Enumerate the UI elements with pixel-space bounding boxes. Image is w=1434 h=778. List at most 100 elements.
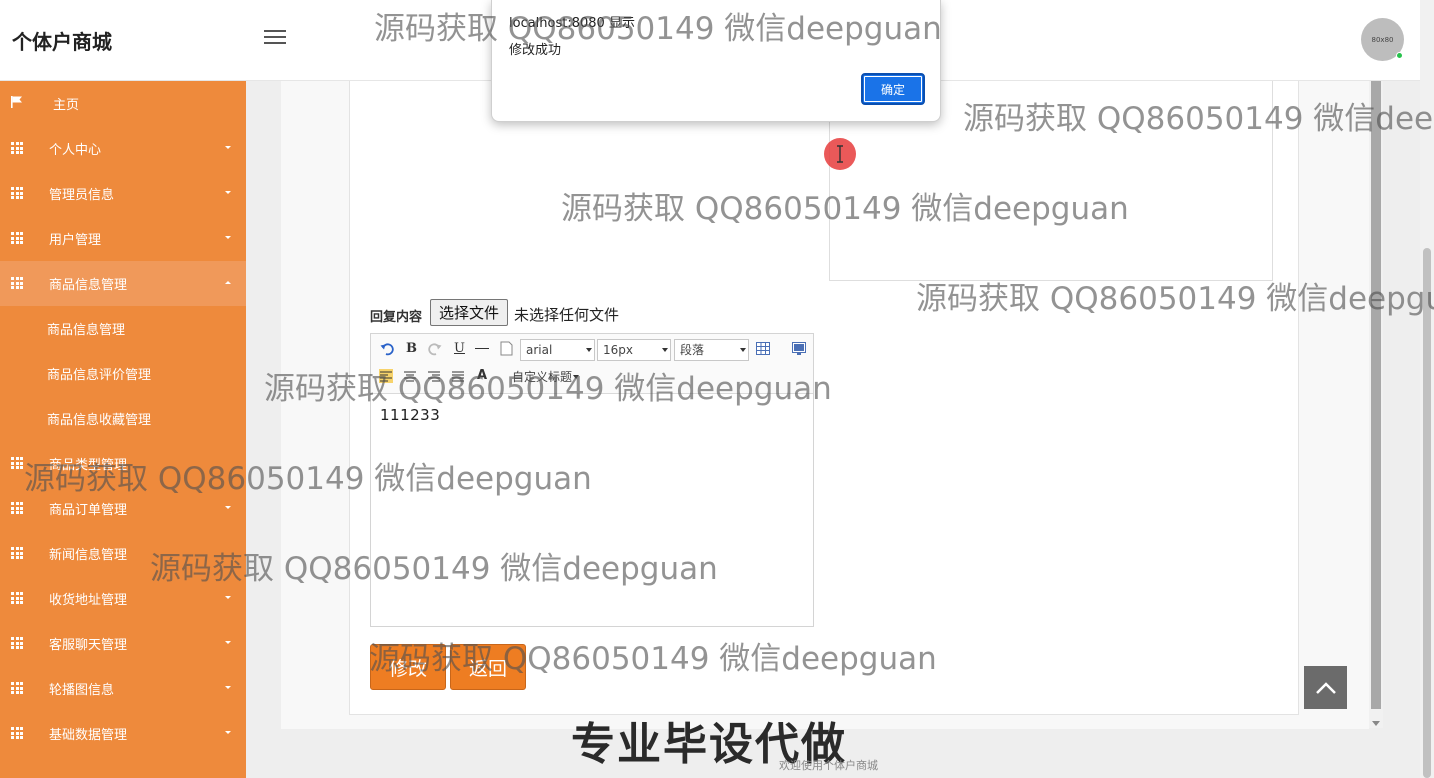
redo-icon[interactable] xyxy=(428,342,442,356)
brand-title: 个体户商城 xyxy=(12,30,112,54)
chevron-down-icon xyxy=(225,641,231,644)
grid-icon xyxy=(11,232,23,244)
sidebar-item-label: 主页 xyxy=(53,98,80,113)
font-size-select[interactable]: 16px xyxy=(597,339,671,361)
choose-file-button[interactable]: 选择文件 xyxy=(430,299,509,326)
align-center-icon[interactable] xyxy=(403,369,417,383)
page-scrollbar[interactable] xyxy=(1420,0,1434,778)
sidebar-item-admin-info[interactable]: 管理员信息 xyxy=(0,171,246,216)
alert-dialog: localhost:8080 显示 修改成功 确定 xyxy=(491,0,941,122)
font-size-value: 16px xyxy=(603,343,633,357)
underline-icon[interactable]: U xyxy=(454,341,465,356)
align-right-icon[interactable] xyxy=(427,369,441,383)
editor-toolbar: B U arial 16px 段落 A 自定义标题 xyxy=(371,334,813,394)
back-to-top-button[interactable] xyxy=(1304,666,1347,709)
sidebar-subitem-product-favorites[interactable]: 商品信息收藏管理 xyxy=(0,396,246,441)
table-icon[interactable] xyxy=(756,342,770,355)
chevron-down-icon xyxy=(225,596,231,599)
sidebar-item-chat[interactable]: 客服聊天管理 xyxy=(0,621,246,666)
chevron-down-icon xyxy=(740,348,746,352)
grid-icon xyxy=(11,637,23,649)
sidebar-item-user-management[interactable]: 用户管理 xyxy=(0,216,246,261)
alert-message: 修改成功 xyxy=(509,43,562,58)
paragraph-select[interactable]: 段落 xyxy=(674,339,749,361)
file-status-text: 未选择任何文件 xyxy=(514,306,620,324)
reply-content-label: 回复内容 xyxy=(370,310,423,325)
sidebar-item-label: 收货地址管理 xyxy=(49,593,128,608)
chevron-down-icon xyxy=(225,731,231,734)
font-color-icon[interactable]: A xyxy=(477,368,487,383)
sidebar-subitem-product-review[interactable]: 商品信息评价管理 xyxy=(0,351,246,396)
chevron-down-icon xyxy=(662,348,668,352)
grid-icon xyxy=(11,727,23,739)
menu-toggle-icon[interactable] xyxy=(264,30,286,48)
sidebar-item-personal-center[interactable]: 个人中心 xyxy=(0,126,246,171)
font-family-select[interactable]: arial xyxy=(520,339,595,361)
bold-icon[interactable]: B xyxy=(406,341,417,356)
custom-title-value: 自定义标题 xyxy=(512,370,573,384)
grid-icon xyxy=(11,187,23,199)
chevron-up-icon xyxy=(1315,681,1336,694)
sidebar: 主页 个人中心 管理员信息 用户管理 商品信息管理 商品信息管理 商品信息评价管… xyxy=(0,81,246,778)
custom-title-select[interactable]: 自定义标题 xyxy=(507,367,581,387)
preview-icon[interactable] xyxy=(792,342,806,355)
footer-welcome-text: 欢迎使用个体户商城 xyxy=(779,759,878,772)
paragraph-value: 段落 xyxy=(680,343,705,357)
sidebar-subitem-product-info[interactable]: 商品信息管理 xyxy=(0,306,246,351)
sidebar-item-home[interactable]: 主页 xyxy=(0,81,246,126)
chevron-down-icon xyxy=(573,375,579,379)
chevron-up-icon xyxy=(225,281,231,284)
sidebar-item-label: 商品订单管理 xyxy=(49,503,128,518)
undo-icon[interactable] xyxy=(380,342,394,356)
grid-icon xyxy=(11,682,23,694)
flag-icon xyxy=(11,96,22,108)
content-scrollbar-thumb[interactable] xyxy=(1371,81,1381,709)
sidebar-item-label: 新闻信息管理 xyxy=(49,548,128,563)
submit-button[interactable]: 修改 xyxy=(370,644,446,690)
grid-icon xyxy=(11,502,23,514)
chevron-down-icon xyxy=(586,348,592,352)
scroll-down-arrow-icon[interactable] xyxy=(1372,721,1380,726)
rich-text-editor: B U arial 16px 段落 A 自定义标题 111233 xyxy=(370,333,814,627)
editor-content[interactable]: 111233 xyxy=(371,394,813,436)
grid-icon xyxy=(11,592,23,604)
horizontal-rule-icon[interactable] xyxy=(475,348,489,349)
sidebar-item-label: 管理员信息 xyxy=(49,188,115,203)
sidebar-item-label: 个人中心 xyxy=(49,143,102,158)
chevron-down-icon xyxy=(225,146,231,149)
sidebar-item-label: 轮播图信息 xyxy=(49,683,115,698)
chevron-down-icon xyxy=(225,236,231,239)
grid-icon xyxy=(11,457,23,469)
chevron-down-icon xyxy=(225,686,231,689)
avatar-placeholder: 80x80 xyxy=(1371,35,1394,44)
chevron-down-icon xyxy=(225,191,231,194)
grid-icon xyxy=(11,277,23,289)
content-scrollbar[interactable] xyxy=(1369,81,1383,728)
grid-icon xyxy=(11,142,23,154)
sidebar-item-label: 商品信息管理 xyxy=(49,278,128,293)
grid-icon xyxy=(11,547,23,559)
sidebar-item-orders[interactable]: 商品订单管理 xyxy=(0,486,246,531)
avatar[interactable]: 80x80 xyxy=(1361,18,1404,61)
font-family-value: arial xyxy=(526,343,553,357)
sidebar-item-address[interactable]: 收货地址管理 xyxy=(0,576,246,621)
align-justify-icon[interactable] xyxy=(451,369,465,383)
page-scrollbar-thumb[interactable] xyxy=(1423,248,1431,778)
sidebar-item-product-type[interactable]: 商品类型管理 xyxy=(0,441,246,486)
sidebar-item-news[interactable]: 新闻信息管理 xyxy=(0,531,246,576)
chevron-down-icon xyxy=(225,506,231,509)
alert-ok-button[interactable]: 确定 xyxy=(861,73,925,105)
blank-page-icon[interactable] xyxy=(500,341,513,356)
back-button[interactable]: 返回 xyxy=(450,644,526,690)
sidebar-item-carousel[interactable]: 轮播图信息 xyxy=(0,666,246,711)
align-left-icon[interactable] xyxy=(379,369,393,383)
sidebar-item-label: 基础数据管理 xyxy=(49,728,128,743)
sidebar-item-label: 商品类型管理 xyxy=(49,458,128,473)
sidebar-item-label: 用户管理 xyxy=(49,233,102,248)
sidebar-item-basic-data[interactable]: 基础数据管理 xyxy=(0,711,246,756)
sidebar-item-label: 客服聊天管理 xyxy=(49,638,128,653)
online-status-dot xyxy=(1396,52,1403,59)
cursor-indicator xyxy=(824,138,856,170)
sidebar-item-product-info-management[interactable]: 商品信息管理 xyxy=(0,261,246,306)
alert-title: localhost:8080 显示 xyxy=(509,16,635,31)
